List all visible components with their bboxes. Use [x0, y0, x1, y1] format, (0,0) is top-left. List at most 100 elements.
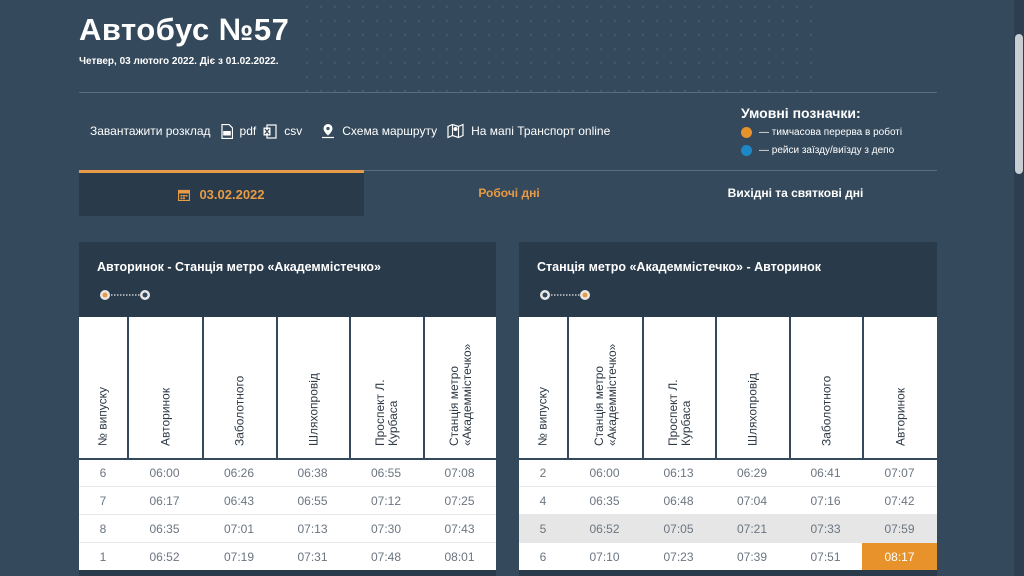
- table-row: 1 06:52 07:19 07:31 07:48 08:01: [79, 542, 496, 570]
- table-cell: 07:08: [423, 460, 496, 486]
- tab-date[interactable]: 03.02.2022: [79, 170, 364, 216]
- route-scheme-link[interactable]: Схема маршруту: [321, 123, 437, 139]
- header-dots-decoration: [300, 0, 820, 95]
- page-title: Автобус №57: [79, 12, 290, 47]
- table-cell: 07:39: [715, 543, 789, 570]
- table-row: 6 07:10 07:23 07:39 07:51 08:17: [519, 542, 937, 570]
- schedule-panel-return: Станція метро «Академмістечко» - Авторин…: [519, 242, 937, 576]
- table-cell: 07:59: [862, 515, 937, 542]
- column-header: Заболотного: [202, 317, 276, 458]
- table-cell: 07:01: [202, 515, 276, 542]
- table-cell: 06:55: [276, 487, 349, 514]
- table-cell: 07:10: [567, 543, 642, 570]
- column-header: Шляхопровід: [715, 317, 789, 458]
- legend-break-label: — тимчасова перерва в роботі: [759, 127, 903, 138]
- column-header: Станція метро «Академмістечко»: [423, 317, 496, 458]
- tab-date-label: 03.02.2022: [199, 187, 265, 202]
- table-cell: 06:43: [202, 487, 276, 514]
- transport-online-label: На мапі Транспорт online: [471, 124, 611, 138]
- legend: Умовні позначки: — тимчасова перерва в р…: [741, 105, 902, 156]
- column-header-label: Проспект Л. Курбаса: [373, 379, 400, 446]
- legend-item-break: — тимчасова перерва в роботі: [741, 127, 902, 138]
- pdf-download-link[interactable]: pdf: [220, 123, 257, 139]
- panel-title-return: Станція метро «Академмістечко» - Авторин…: [537, 260, 822, 274]
- table-cell: 8: [79, 515, 127, 542]
- column-header-label: Шляхопровід: [306, 373, 320, 446]
- blue-dot-icon: [741, 145, 752, 156]
- scrollbar[interactable]: [1014, 0, 1024, 576]
- table-cell: 07:21: [715, 515, 789, 542]
- table-cell: 06:35: [127, 515, 202, 542]
- table-cell: 06:48: [642, 487, 715, 514]
- table-cell: 06:35: [567, 487, 642, 514]
- column-header-label: Станція метро «Академмістечко»: [446, 343, 474, 446]
- page-subtitle: Четвер, 03 лютого 2022. Діє з 01.02.2022…: [79, 56, 279, 67]
- column-header-label: Станція метро «Академмістечко»: [591, 343, 619, 446]
- legend-title: Умовні позначки:: [741, 105, 861, 121]
- map-pin-icon: [322, 124, 335, 139]
- table-cell-break: 08:17: [862, 543, 937, 570]
- table-cell: 07:13: [276, 515, 349, 542]
- tab-weekend[interactable]: Вихідні та святкові дні: [654, 171, 937, 215]
- table-cell: 06:29: [715, 460, 789, 486]
- csv-download-link[interactable]: csv: [263, 123, 303, 139]
- table-cell: 07:42: [862, 487, 937, 514]
- column-header: Проспект Л. Курбаса: [349, 317, 423, 458]
- column-header-label: Авторинок: [158, 387, 172, 446]
- table-cell: 06:55: [349, 460, 423, 486]
- table-row: 6 06:00 06:26 06:38 06:55 07:08: [79, 458, 496, 486]
- table-cell: 07:23: [642, 543, 715, 570]
- table-cell: 07:33: [789, 515, 862, 542]
- table-row: 4 06:35 06:48 07:04 07:16 07:42: [519, 486, 937, 514]
- table-cell: 4: [519, 487, 567, 514]
- column-header-label: Заболотного: [232, 375, 247, 446]
- scroll-thumb[interactable]: [1015, 34, 1023, 174]
- schedule-panel-forward: Авторинок - Станція метро «Академмістечк…: [79, 242, 496, 576]
- legend-item-depot: — рейси заїзду/виїзду з депо: [741, 145, 902, 156]
- table-cell: 07:25: [423, 487, 496, 514]
- table-cell: 6: [79, 460, 127, 486]
- download-schedule-label: Завантажити розклад: [90, 124, 211, 138]
- table-cell: 2: [519, 460, 567, 486]
- transport-online-map-link[interactable]: На мапі Транспорт online: [447, 123, 610, 139]
- column-header: № випуску: [79, 317, 127, 458]
- orange-dot-icon: [741, 127, 752, 138]
- column-header: Авторинок: [862, 317, 937, 458]
- csv-label: csv: [284, 124, 303, 138]
- schedule-table-forward: № випуску Авторинок Заболотного Шляхопро…: [79, 317, 496, 570]
- table-cell: 07:51: [789, 543, 862, 570]
- table-cell: 06:13: [642, 460, 715, 486]
- column-header-label: № випуску: [95, 386, 110, 446]
- calendar-icon: [178, 189, 191, 201]
- column-header-label: Шляхопровід: [745, 373, 760, 446]
- column-header-label: Проспект Л. Курбаса: [665, 379, 693, 446]
- table-cell: 5: [519, 515, 567, 542]
- table-cell: 07:16: [789, 487, 862, 514]
- table-cell: 07:04: [715, 487, 789, 514]
- toolbar: Завантажити розклад pdf csv Схема маршру…: [90, 122, 610, 140]
- table-cell: 06:52: [127, 543, 202, 570]
- map-icon: [447, 123, 464, 139]
- table-cell: 06:00: [567, 460, 642, 486]
- column-header: Станція метро «Академмістечко»: [567, 317, 642, 458]
- tab-workdays[interactable]: Робочі дні: [364, 171, 654, 215]
- legend-depot-label: — рейси заїзду/виїзду з депо: [759, 145, 895, 156]
- table-cell: 6: [519, 543, 567, 570]
- column-header: Проспект Л. Курбаса: [642, 317, 715, 458]
- pdf-label: pdf: [239, 124, 257, 138]
- table-cell: 07:19: [202, 543, 276, 570]
- table-cell: 07:12: [349, 487, 423, 514]
- table-cell: 06:00: [127, 460, 202, 486]
- table-cell: 06:26: [202, 460, 276, 486]
- table-cell: 08:01: [423, 543, 496, 570]
- table-row: 2 06:00 06:13 06:29 06:41 07:07: [519, 458, 937, 486]
- column-header-label: Заболотного: [819, 375, 833, 446]
- pdf-file-icon: [220, 123, 233, 139]
- table-cell: 7: [79, 487, 127, 514]
- table-row: 8 06:35 07:01 07:13 07:30 07:43: [79, 514, 496, 542]
- table-row-depot: 5 06:52 07:05 07:21 07:33 07:59: [519, 514, 937, 542]
- table-cell: 06:17: [127, 487, 202, 514]
- column-header-label: Авторинок: [893, 387, 907, 446]
- table-cell: 06:38: [276, 460, 349, 486]
- table-row: 7 06:17 06:43 06:55 07:12 07:25: [79, 486, 496, 514]
